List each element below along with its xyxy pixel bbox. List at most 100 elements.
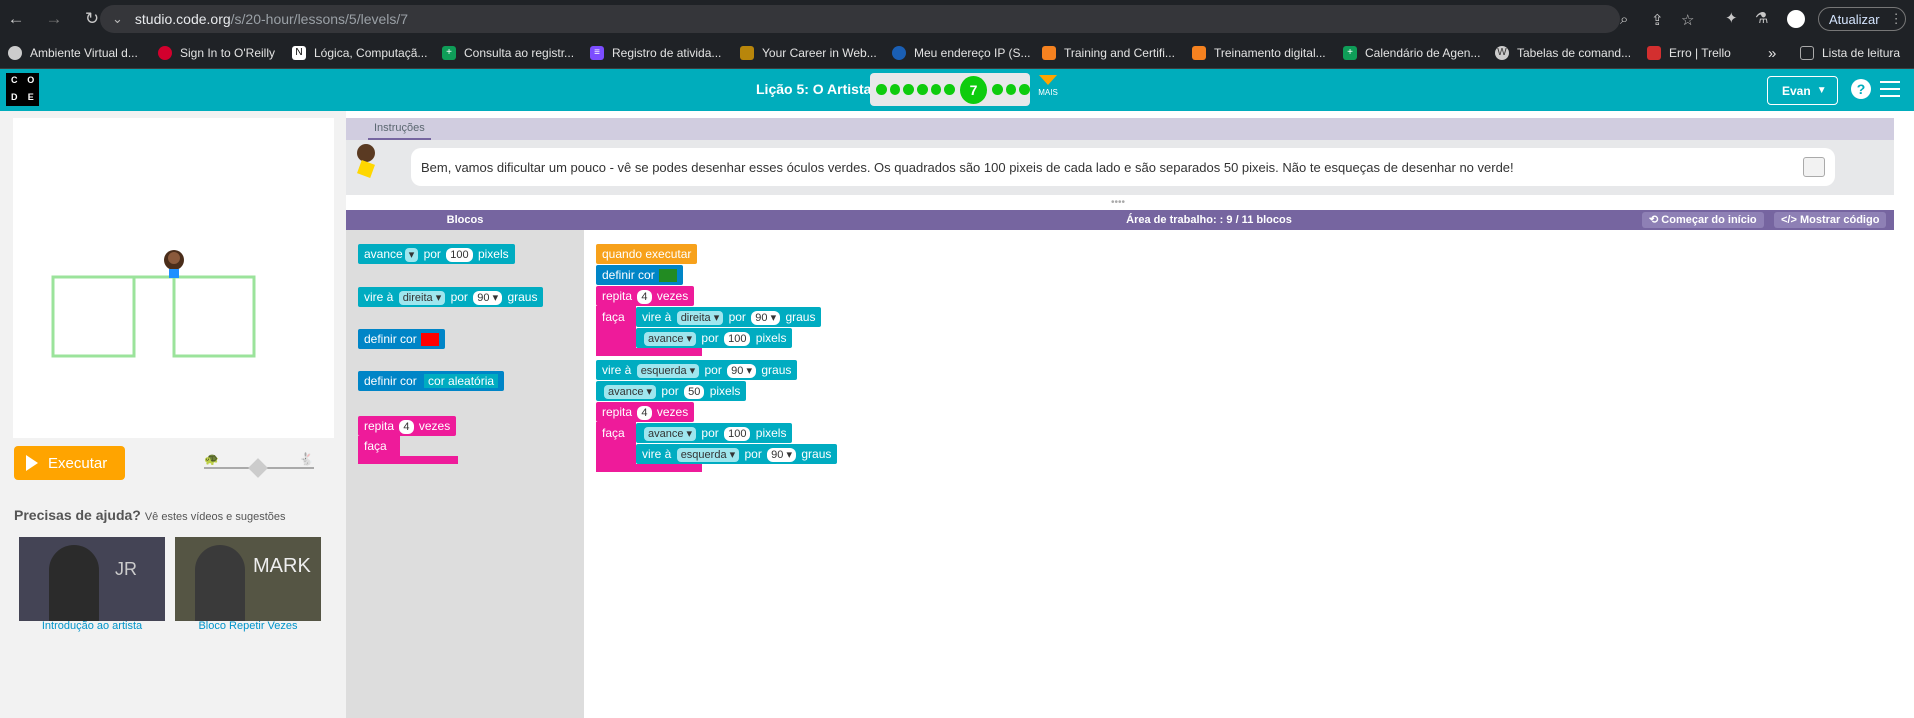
level-dot[interactable] [1019, 84, 1031, 95]
random-color-block[interactable]: definir cor cor aleatória [358, 371, 505, 391]
move-forward-block[interactable]: avance ▾ por 50 pixels [596, 381, 747, 401]
turn-block[interactable]: vire à direita ▾ por 90 ▾ graus [358, 287, 544, 307]
tab-instructions[interactable]: Instruções [368, 118, 431, 140]
bookmark-item[interactable]: W Tabelas de comand... [1495, 44, 1631, 62]
labs-icon[interactable]: ⚗ [1755, 9, 1768, 27]
bookmark-item[interactable]: + Consulta ao registr... [442, 44, 574, 62]
bookmark-label: Lógica, Computaçã... [314, 46, 428, 60]
number-input[interactable]: 4 [399, 420, 414, 434]
bookmark-item[interactable]: + Calendário de Agen... [1343, 44, 1480, 62]
action-dropdown[interactable]: avance ▾ [604, 385, 657, 399]
bookmark-item[interactable]: Erro | Trello [1647, 44, 1731, 62]
number-input[interactable]: 4 [637, 290, 652, 304]
number-input[interactable]: 100 [446, 248, 473, 262]
share-icon[interactable]: ⇪ [1651, 11, 1664, 29]
instructions-bubble: Bem, vamos dificultar um pouco - vê se p… [411, 148, 1835, 186]
video-thumbnail[interactable]: JR [19, 537, 165, 621]
level-dot[interactable] [903, 84, 914, 95]
turn-block[interactable]: vire à esquerda ▾ por 90 ▾ graus [636, 444, 838, 464]
level-dot[interactable] [930, 84, 942, 95]
repeat-block[interactable]: repita 4 vezes [596, 286, 695, 306]
code-workspace[interactable]: quando executar definir cor repita 4 vez… [584, 230, 1894, 718]
video-thumbnail[interactable]: MARK [175, 537, 321, 621]
color-swatch[interactable] [658, 269, 677, 283]
run-button[interactable]: Executar [14, 446, 125, 480]
bookmark-item[interactable]: N Lógica, Computaçã... [292, 44, 427, 62]
hint-icon[interactable] [1803, 157, 1825, 177]
move-forward-block[interactable]: avance ▾ por 100 pixels [636, 423, 793, 443]
level-dot[interactable] [944, 84, 955, 95]
kebab-menu-icon[interactable]: ⋮ [1890, 11, 1903, 27]
extensions-icon[interactable]: ✦ [1725, 9, 1738, 27]
turn-block[interactable]: vire à direita ▾ por 90 ▾ graus [636, 307, 822, 327]
angle-input[interactable]: 90 ▾ [727, 364, 756, 378]
lesson-title[interactable]: Lição 5: O Artista [756, 81, 871, 97]
angle-input[interactable]: 90 ▾ [751, 311, 781, 325]
set-color-block[interactable]: definir cor [358, 329, 445, 349]
level-dot[interactable] [916, 84, 928, 95]
restart-button[interactable]: ⟲ Começar do início [1642, 212, 1764, 228]
direction-dropdown[interactable]: esquerda ▾ [676, 448, 740, 462]
move-forward-block[interactable]: avance ▾ por 100 pixels [358, 244, 515, 264]
bookmark-star-icon[interactable]: ☆ [1681, 11, 1694, 29]
video-link[interactable]: Introdução ao artista [19, 620, 165, 632]
turn-block[interactable]: vire à esquerda ▾ por 90 ▾ graus [596, 360, 798, 380]
level-dot[interactable] [1005, 84, 1017, 95]
profile-icon[interactable] [1787, 10, 1805, 28]
update-button[interactable]: Atualizar ⋮ [1818, 7, 1906, 31]
dropdown-arrow[interactable]: ▾ [404, 248, 419, 262]
when-run-block[interactable]: quando executar [596, 244, 698, 264]
direction-dropdown[interactable]: esquerda ▾ [636, 364, 700, 378]
speed-slider[interactable]: 🐢 🐇 [204, 452, 314, 478]
bookmark-item[interactable]: Training and Certifi... [1042, 44, 1175, 62]
number-input[interactable]: 100 [724, 427, 751, 441]
bookmark-label: Tabelas de comand... [1517, 46, 1632, 60]
back-icon[interactable]: ← [4, 7, 28, 31]
repeat-block[interactable]: repita 4 vezes [596, 402, 695, 422]
hamburger-menu-icon[interactable] [1880, 81, 1900, 102]
user-menu-button[interactable]: Evan ▼ [1767, 76, 1838, 105]
bookmark-item[interactable]: Meu endereço IP (S... [892, 44, 1031, 62]
number-input[interactable]: 4 [637, 406, 652, 420]
show-code-button[interactable]: </> Mostrar código [1774, 212, 1887, 228]
code-org-header: C O D E Lição 5: O Artista 7 MAIS Evan ▼ … [0, 69, 1914, 111]
current-level[interactable]: 7 [959, 75, 988, 104]
direction-dropdown[interactable]: direita ▾ [398, 291, 446, 305]
number-input[interactable]: 100 [724, 332, 751, 346]
level-dot[interactable] [992, 84, 1003, 95]
bookmark-label: Sign In to O'Reilly [180, 46, 275, 60]
bookmark-item[interactable]: Ambiente Virtual d... [8, 44, 138, 62]
repeat-header[interactable]: repita 4 vezes [358, 416, 457, 436]
more-bookmarks-button[interactable]: » [1768, 44, 1776, 62]
help-heading: Precisas de ajuda? Vê estes vídeos e suge… [14, 507, 286, 523]
action-dropdown[interactable]: avance ▾ [644, 332, 697, 346]
reading-list-button[interactable]: Lista de leitura [1800, 44, 1900, 62]
code-logo[interactable]: C O D E [6, 73, 39, 106]
angle-input[interactable]: 90 ▾ [767, 448, 796, 462]
more-bookmarks-label: » [1768, 44, 1777, 62]
number-input[interactable]: 50 [684, 385, 705, 399]
direction-dropdown[interactable]: direita ▾ [676, 311, 724, 325]
level-dot[interactable] [889, 84, 901, 95]
angle-input[interactable]: 90 ▾ [473, 291, 503, 305]
forward-icon[interactable]: → [42, 7, 66, 31]
block-label: por [744, 447, 762, 461]
video-link[interactable]: Bloco Repetir Vezes [175, 620, 321, 632]
bookmark-item[interactable]: Treinamento digital... [1192, 44, 1326, 62]
set-color-block[interactable]: definir cor [596, 265, 683, 285]
move-forward-block[interactable]: avance ▾ por 100 pixels [636, 328, 793, 348]
help-icon[interactable]: ? [1851, 79, 1871, 99]
bookmark-item[interactable]: Your Career in Web... [740, 44, 877, 62]
action-dropdown[interactable]: avance ▾ [644, 427, 697, 441]
color-swatch[interactable] [420, 333, 439, 347]
more-levels-button[interactable]: MAIS [1036, 75, 1060, 97]
bookmark-item[interactable]: Sign In to O'Reilly [158, 44, 275, 62]
level-dot[interactable] [876, 84, 887, 95]
forms-icon: ≡ [590, 46, 604, 60]
site-info-icon[interactable]: ⌄ [112, 11, 123, 27]
resize-handle[interactable]: •••• [1111, 197, 1125, 208]
slider-thumb[interactable] [248, 458, 268, 478]
zoom-icon[interactable]: ⌕ [1620, 11, 1628, 28]
address-bar[interactable]: ⌄ studio.code.org/s/20-hour/lessons/5/le… [100, 5, 1694, 33]
bookmark-item[interactable]: ≡ Registro de ativida... [590, 44, 721, 62]
